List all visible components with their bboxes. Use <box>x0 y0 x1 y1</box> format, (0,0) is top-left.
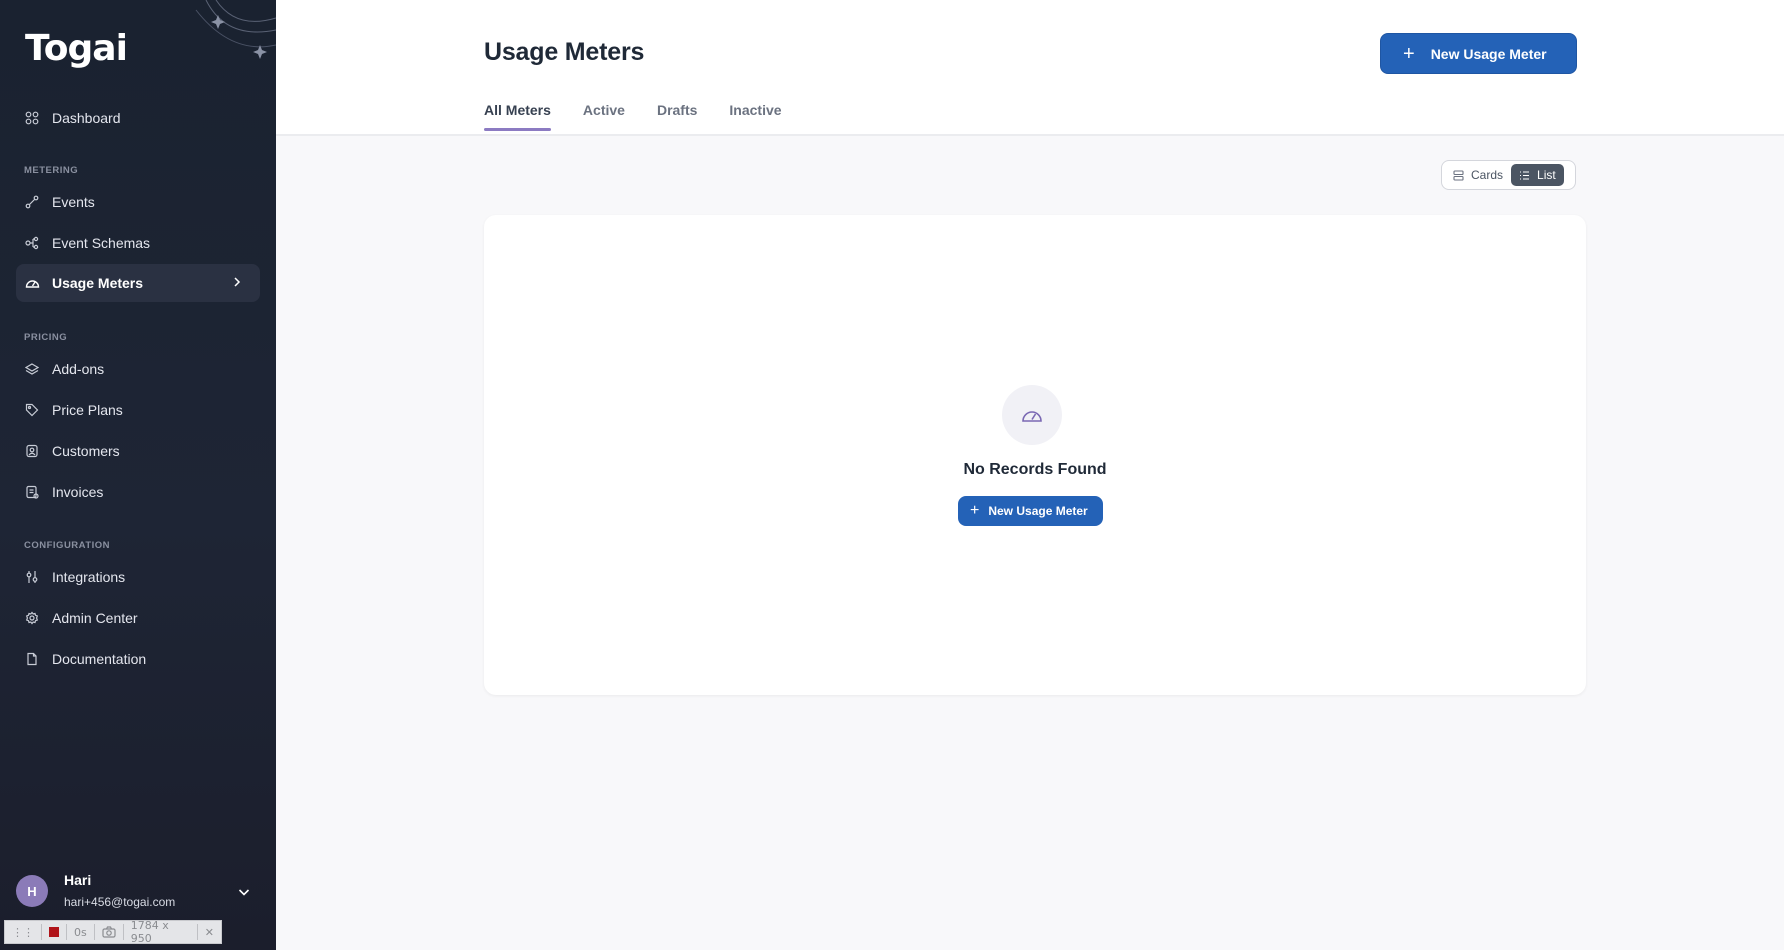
sidebar-item-label: Customers <box>52 443 120 459</box>
button-label: New Usage Meter <box>988 504 1088 518</box>
sidebar-item-label: Add-ons <box>52 361 105 377</box>
decorative-swirl-icon <box>195 0 276 59</box>
close-icon[interactable]: ✕ <box>198 924 221 940</box>
sidebar-item-label: Invoices <box>52 484 104 500</box>
sidebar-item-integrations[interactable]: Integrations <box>16 558 260 596</box>
route-icon <box>24 194 40 210</box>
tab-all-meters[interactable]: All Meters <box>484 102 551 131</box>
section-label-configuration: CONFIGURATION <box>24 540 111 551</box>
sidebar-item-admin-center[interactable]: Admin Center <box>16 599 260 637</box>
gauge-icon <box>1002 385 1062 445</box>
new-usage-meter-button[interactable]: + New Usage Meter <box>1380 33 1577 74</box>
sidebar-item-label: Event Schemas <box>52 235 151 251</box>
sidebar-item-dashboard[interactable]: Dashboard <box>16 99 260 137</box>
grid-icon <box>24 110 40 126</box>
meters-list-card: No Records Found + New Usage Meter <box>484 215 1586 695</box>
layers-icon <box>24 361 40 377</box>
section-label-pricing: PRICING <box>24 332 68 343</box>
section-label-metering: METERING <box>24 165 79 176</box>
view-cards-label: Cards <box>1471 168 1504 182</box>
page-title: Usage Meters <box>484 38 645 66</box>
sidebar-item-label: Integrations <box>52 569 126 585</box>
stop-icon <box>49 927 59 937</box>
sidebar-item-label: Dashboard <box>52 110 121 126</box>
camera-icon[interactable] <box>95 924 124 940</box>
sliders-icon <box>24 569 40 585</box>
sidebar-item-invoices[interactable]: Invoices <box>16 473 260 511</box>
plus-icon: + <box>1403 42 1415 65</box>
empty-state-title: No Records Found <box>963 461 1107 478</box>
sidebar-item-label: Admin Center <box>52 610 138 626</box>
sidebar-item-add-ons[interactable]: Add-ons <box>16 350 260 388</box>
cards-icon <box>1453 169 1464 181</box>
sidebar-item-documentation[interactable]: Documentation <box>16 640 260 678</box>
user-email: hari+456@togai.com <box>64 895 176 909</box>
contact-icon <box>24 443 40 459</box>
empty-new-usage-meter-button[interactable]: + New Usage Meter <box>958 496 1103 526</box>
record-time: 0s <box>67 924 95 940</box>
sidebar-item-events[interactable]: Events <box>16 183 260 221</box>
button-label: New Usage Meter <box>1430 45 1547 62</box>
list-icon <box>1520 170 1530 180</box>
user-profile[interactable]: H Hari hari+456@togai.com <box>16 870 260 914</box>
stop-record-button[interactable] <box>42 924 67 940</box>
chevron-down-icon[interactable] <box>236 884 252 900</box>
invoice-icon <box>24 484 40 500</box>
sidebar-item-label: Events <box>52 194 95 210</box>
tab-inactive[interactable]: Inactive <box>729 102 781 131</box>
sidebar-item-customers[interactable]: Customers <box>16 432 260 470</box>
schema-icon <box>24 235 40 251</box>
gear-icon <box>24 610 40 626</box>
page-header: Usage Meters + New Usage Meter All Meter… <box>276 0 1784 136</box>
plus-icon: + <box>970 502 980 519</box>
sidebar-item-price-plans[interactable]: Price Plans <box>16 391 260 429</box>
recorder-toolbar: ⋮⋮ 0s 1784 x 950 ✕ <box>4 919 222 945</box>
sidebar-item-label: Documentation <box>52 651 147 667</box>
sidebar-item-label: Price Plans <box>52 402 123 418</box>
meter-tabs: All Meters Active Drafts Inactive <box>484 102 782 131</box>
drag-handle-icon[interactable]: ⋮⋮ <box>5 924 42 940</box>
document-icon <box>24 651 40 667</box>
avatar: H <box>16 875 48 907</box>
sidebar: Togai Dashboard METERING Events Event Sc… <box>0 0 276 950</box>
user-name: Hari <box>64 872 92 888</box>
view-cards-button[interactable]: Cards <box>1445 164 1511 186</box>
sidebar-item-label: Usage Meters <box>52 275 144 291</box>
view-list-button[interactable]: List <box>1511 164 1564 186</box>
tab-active[interactable]: Active <box>583 102 625 131</box>
record-size: 1784 x 950 <box>124 919 198 945</box>
togai-logo[interactable]: Togai <box>25 28 128 69</box>
tag-icon <box>24 402 40 418</box>
view-list-label: List <box>1537 168 1556 182</box>
gauge-icon <box>24 275 40 291</box>
chevron-right-icon <box>234 277 241 287</box>
tab-drafts[interactable]: Drafts <box>657 102 697 131</box>
sidebar-item-usage-meters[interactable]: Usage Meters <box>16 264 260 302</box>
sidebar-item-event-schemas[interactable]: Event Schemas <box>16 224 260 262</box>
view-toggle: Cards List <box>1441 160 1576 190</box>
